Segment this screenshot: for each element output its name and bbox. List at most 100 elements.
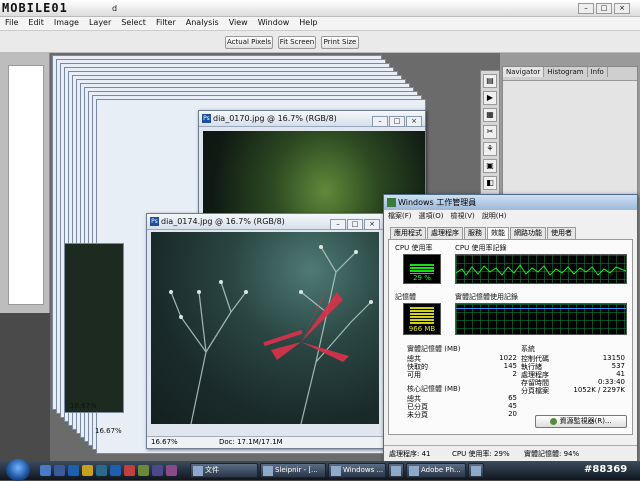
menu-layer[interactable]: Layer: [84, 17, 116, 28]
task-manager-title-bar[interactable]: Windows 工作管理員: [384, 195, 637, 210]
tool-presets-icon[interactable]: ✂: [483, 125, 497, 139]
memory-history-graph: [455, 303, 627, 335]
tab-info[interactable]: Info: [588, 67, 608, 77]
task-manager-window[interactable]: Windows 工作管理員 檔案(F) 選項(O) 檢視(V) 說明(H) 應用程式處…: [383, 194, 638, 462]
quicklaunch-browser-icon[interactable]: [96, 465, 107, 476]
minimize-button[interactable]: –: [578, 3, 594, 14]
layers-panel-icon[interactable]: ▣: [483, 159, 497, 173]
quicklaunch-photoshop-icon[interactable]: [68, 465, 79, 476]
quicklaunch-ps-icon[interactable]: [110, 465, 121, 476]
status-processes: 處理程序: 41: [389, 450, 431, 458]
folder-icon: [193, 466, 203, 476]
start-button[interactable]: [6, 459, 30, 481]
close-icon[interactable]: ×: [406, 116, 422, 127]
app-titlebar: MOBILE01 d – □ ×: [0, 0, 640, 17]
memory-history-line: [456, 308, 626, 309]
cascaded-window-preview: [64, 243, 124, 413]
quicklaunch-app-icon[interactable]: [152, 465, 163, 476]
tab-services[interactable]: 服務: [464, 227, 486, 239]
taskbar-item[interactable]: Windows ...: [328, 463, 386, 478]
navigator-panel: Navigator Histogram Info: [502, 66, 638, 196]
status-cpu: CPU 使用率: 29%: [452, 450, 510, 458]
minimize-icon[interactable]: –: [372, 116, 388, 127]
document-canvas-front[interactable]: [151, 232, 379, 425]
document-status-bar: 16.67% Doc: 17.1M/17.1M: [147, 436, 383, 448]
quicklaunch-app-icon[interactable]: [166, 465, 177, 476]
tab-users[interactable]: 使用者: [547, 227, 576, 239]
cpu-history-line: [455, 264, 627, 276]
taskbar-item[interactable]: Sleipnir - [...: [260, 463, 326, 478]
stack-zoom-label: 16.67%: [70, 402, 97, 410]
tm-menu-help[interactable]: 說明(H): [482, 212, 507, 220]
navigator-panel-tabs: Navigator Histogram Info: [503, 67, 637, 81]
menu-file[interactable]: File: [0, 17, 23, 28]
task-manager-menu: 檔案(F) 選項(O) 檢視(V) 說明(H): [384, 210, 637, 223]
tab-applications[interactable]: 應用程式: [390, 227, 426, 239]
menu-view[interactable]: View: [224, 17, 253, 28]
task-manager-icon: [387, 198, 396, 207]
options-bar: Actual Pixels Fit Screen Print Size: [0, 31, 640, 53]
document-window-front[interactable]: Ps dia_0174.jpg @ 16.7% (RGB/8) – □ × 16…: [146, 213, 384, 449]
resource-monitor-icon: [550, 417, 558, 425]
memory-value: 966 MB: [408, 325, 436, 333]
close-icon[interactable]: ×: [364, 219, 380, 230]
maximize-button[interactable]: □: [596, 3, 612, 14]
task-manager-title: Windows 工作管理員: [398, 198, 477, 207]
taskbar-item[interactable]: Adobe Ph...: [406, 463, 466, 478]
quicklaunch-folder-icon[interactable]: [82, 465, 93, 476]
document-title-bar[interactable]: Ps dia_0170.jpg @ 16.7% (RGB/8) – □ ×: [199, 111, 425, 127]
taskbar-item[interactable]: [388, 463, 404, 478]
taskbar-item[interactable]: 文件: [190, 463, 258, 478]
menu-filter[interactable]: Filter: [151, 17, 181, 28]
close-button[interactable]: ×: [614, 3, 630, 14]
cpu-usage-value: 29 %: [413, 274, 431, 282]
stat-row: 未分頁 20: [407, 410, 517, 419]
kernel-memory-header: 核心記憶體 (MB): [407, 385, 461, 393]
history-panel-icon[interactable]: ▤: [483, 74, 497, 88]
tab-histogram[interactable]: Histogram: [544, 67, 588, 77]
tab-navigator[interactable]: Navigator: [503, 67, 545, 77]
tm-menu-view[interactable]: 檢視(V): [450, 212, 474, 220]
channels-panel-icon[interactable]: ◧: [483, 176, 497, 190]
tab-networking[interactable]: 網路功能: [510, 227, 546, 239]
document-title: dia_0170.jpg @ 16.7% (RGB/8): [213, 114, 337, 123]
doc-size-info[interactable]: Doc: 17.1M/17.1M: [219, 437, 283, 448]
window-title: d: [112, 4, 118, 13]
resource-monitor-button[interactable]: 資源監視器(R)...: [535, 415, 627, 428]
fit-screen-button[interactable]: Fit Screen: [278, 36, 316, 49]
clone-source-icon[interactable]: ⚘: [483, 142, 497, 156]
menu-window[interactable]: Window: [253, 17, 295, 28]
quicklaunch-app-icon[interactable]: [138, 465, 149, 476]
menu-edit[interactable]: Edit: [23, 17, 49, 28]
maximize-icon[interactable]: □: [347, 219, 363, 230]
show-desktop-icon[interactable]: [40, 465, 51, 476]
taskbar-item[interactable]: [468, 463, 484, 478]
document-title-bar[interactable]: Ps dia_0174.jpg @ 16.7% (RGB/8) – □ ×: [147, 214, 383, 230]
maximize-icon[interactable]: □: [389, 116, 405, 127]
memory-history-label: 實體記憶體使用記錄: [455, 293, 518, 301]
zoom-level[interactable]: 16.67%: [151, 437, 178, 448]
quicklaunch-app-icon[interactable]: [124, 465, 135, 476]
menu-help[interactable]: Help: [294, 17, 322, 28]
print-size-button[interactable]: Print Size: [321, 36, 359, 49]
physical-memory-header: 實體記憶體 (MB): [407, 345, 461, 353]
photoshop-doc-icon: Ps: [202, 114, 211, 123]
switch-windows-icon[interactable]: [54, 465, 65, 476]
actions-panel-icon[interactable]: ▶: [483, 91, 497, 105]
brushes-panel-icon[interactable]: ▦: [483, 108, 497, 122]
system-header: 系統: [521, 345, 535, 353]
stat-row: 可用 2: [407, 370, 517, 379]
cpu-history-graph: [455, 254, 627, 284]
minimize-icon[interactable]: –: [330, 219, 346, 230]
task-manager-icon: [331, 466, 341, 476]
cpu-history-label: CPU 使用率記錄: [455, 244, 507, 252]
tm-menu-file[interactable]: 檔案(F): [388, 212, 412, 220]
actual-pixels-button[interactable]: Actual Pixels: [225, 36, 273, 49]
menu-image[interactable]: Image: [49, 17, 84, 28]
status-memory: 實體記憶體: 94%: [524, 450, 580, 458]
menu-analysis[interactable]: Analysis: [181, 17, 224, 28]
menu-select[interactable]: Select: [116, 17, 151, 28]
tools-panel-body: [8, 65, 44, 305]
tm-menu-options[interactable]: 選項(O): [419, 212, 444, 220]
tab-processes[interactable]: 處理程序: [427, 227, 463, 239]
